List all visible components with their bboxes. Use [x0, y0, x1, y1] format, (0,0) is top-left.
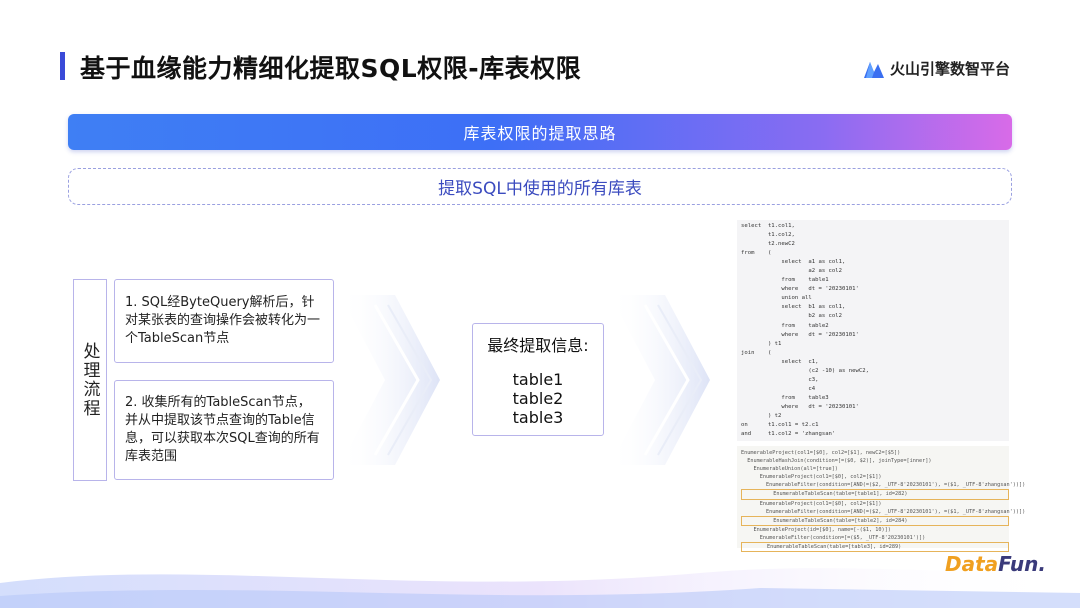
code-line: EnumerableProject(col1=[$0], col2=[$1])	[741, 500, 882, 507]
brand-name: 火山引擎数智平台	[889, 60, 1010, 78]
code-line: EnumerableFilter(condition=[AND(=($2, _U…	[741, 508, 1026, 515]
code-line: EnumerableTableScan(table=[table1], id=2…	[741, 489, 1009, 500]
datafun-logo: Data Fun.	[945, 552, 1046, 576]
code-line: EnumerableProject(id=[$0], name=[-($1, 1…	[741, 526, 891, 533]
table-name: table1	[512, 370, 564, 389]
plan-code-block: EnumerableProject(col1=[$0], col2=[$1], …	[737, 446, 1026, 553]
code-line: and t1.col2 = 'zhangsan'	[741, 431, 836, 438]
code-line: select a1 as col1,	[741, 259, 846, 266]
code-line: where dt = '20230101'	[741, 331, 859, 338]
code-line: EnumerableFilter(condition=[AND(=($2, _U…	[741, 482, 1026, 489]
code-line: c4	[741, 385, 816, 392]
chevron-arrow-icon	[340, 295, 440, 465]
code-line: where dt = '20230101'	[741, 286, 859, 293]
code-line: select t1.col1,	[741, 223, 795, 229]
sql-code-block: select t1.col1, t1.col2, t2.newC2 from ( …	[737, 220, 1009, 441]
code-line: from (	[741, 250, 772, 257]
brand-logo: 火山引擎数智平台	[863, 58, 1010, 79]
code-line: select c1,	[741, 358, 819, 365]
datafun-logo-part: Fun.	[998, 552, 1046, 576]
code-line: (c2 -10) as newC2,	[741, 367, 869, 374]
code-line: EnumerableProject(col1=[$0], col2=[$1])	[741, 474, 882, 481]
code-line: on t1.col1 = t2.c1	[741, 422, 819, 429]
final-info-title: 最终提取信息:	[487, 336, 589, 355]
step-1-text: 1. SQL经ByteQuery解析后，针对某张表的查询操作会被转化为一个Tab…	[125, 295, 321, 346]
chevron-arrow-icon	[610, 295, 710, 465]
code-line: ) t2	[741, 412, 782, 419]
table-name: table2	[512, 389, 564, 408]
code-line: b2 as col2	[741, 313, 843, 320]
code-line: c3,	[741, 376, 819, 383]
code-line: from table1	[741, 277, 829, 284]
datafun-logo-part: Data	[945, 552, 999, 576]
code-line: t2.newC2	[741, 241, 795, 248]
volcano-icon	[863, 61, 884, 78]
code-line: EnumerableHashJoin(condition=[=($0, $2)]…	[741, 458, 932, 465]
code-line: t1.col2,	[741, 232, 795, 239]
code-line: EnumerableUnion(all=[true])	[741, 466, 838, 473]
page-title: 基于血缘能力精细化提取SQL权限-库表权限	[80, 54, 582, 83]
code-line: select b1 as col1,	[741, 304, 846, 311]
code-line: EnumerableTableScan(table=[table2], id=2…	[741, 515, 1009, 526]
code-line: a2 as col2	[741, 268, 843, 275]
sub-banner: 提取SQL中使用的所有库表	[68, 168, 1012, 205]
step-1: 1. SQL经ByteQuery解析后，针对某张表的查询操作会被转化为一个Tab…	[114, 279, 334, 363]
step-2-text: 2. 收集所有的TableScan节点，并从中提取该节点查询的Table信息，可…	[125, 395, 320, 464]
title-accent-bar	[60, 52, 65, 80]
section-banner: 库表权限的提取思路	[68, 114, 1012, 150]
decorative-wave	[0, 568, 1080, 608]
table-name: table3	[512, 408, 564, 427]
code-line: where dt = '20230101'	[741, 403, 859, 410]
code-line: from table3	[741, 394, 829, 401]
final-info-box: 最终提取信息: table1 table2 table3	[472, 323, 604, 436]
step-2: 2. 收集所有的TableScan节点，并从中提取该节点查询的Table信息，可…	[114, 380, 334, 480]
code-line: ) t1	[741, 340, 782, 347]
code-line: EnumerableProject(col1=[$0], col2=[$1], …	[741, 450, 901, 456]
code-line: from table2	[741, 322, 829, 329]
process-label: 处理流程	[73, 279, 107, 481]
code-line: join (	[741, 349, 772, 356]
code-line: union all	[741, 295, 812, 302]
